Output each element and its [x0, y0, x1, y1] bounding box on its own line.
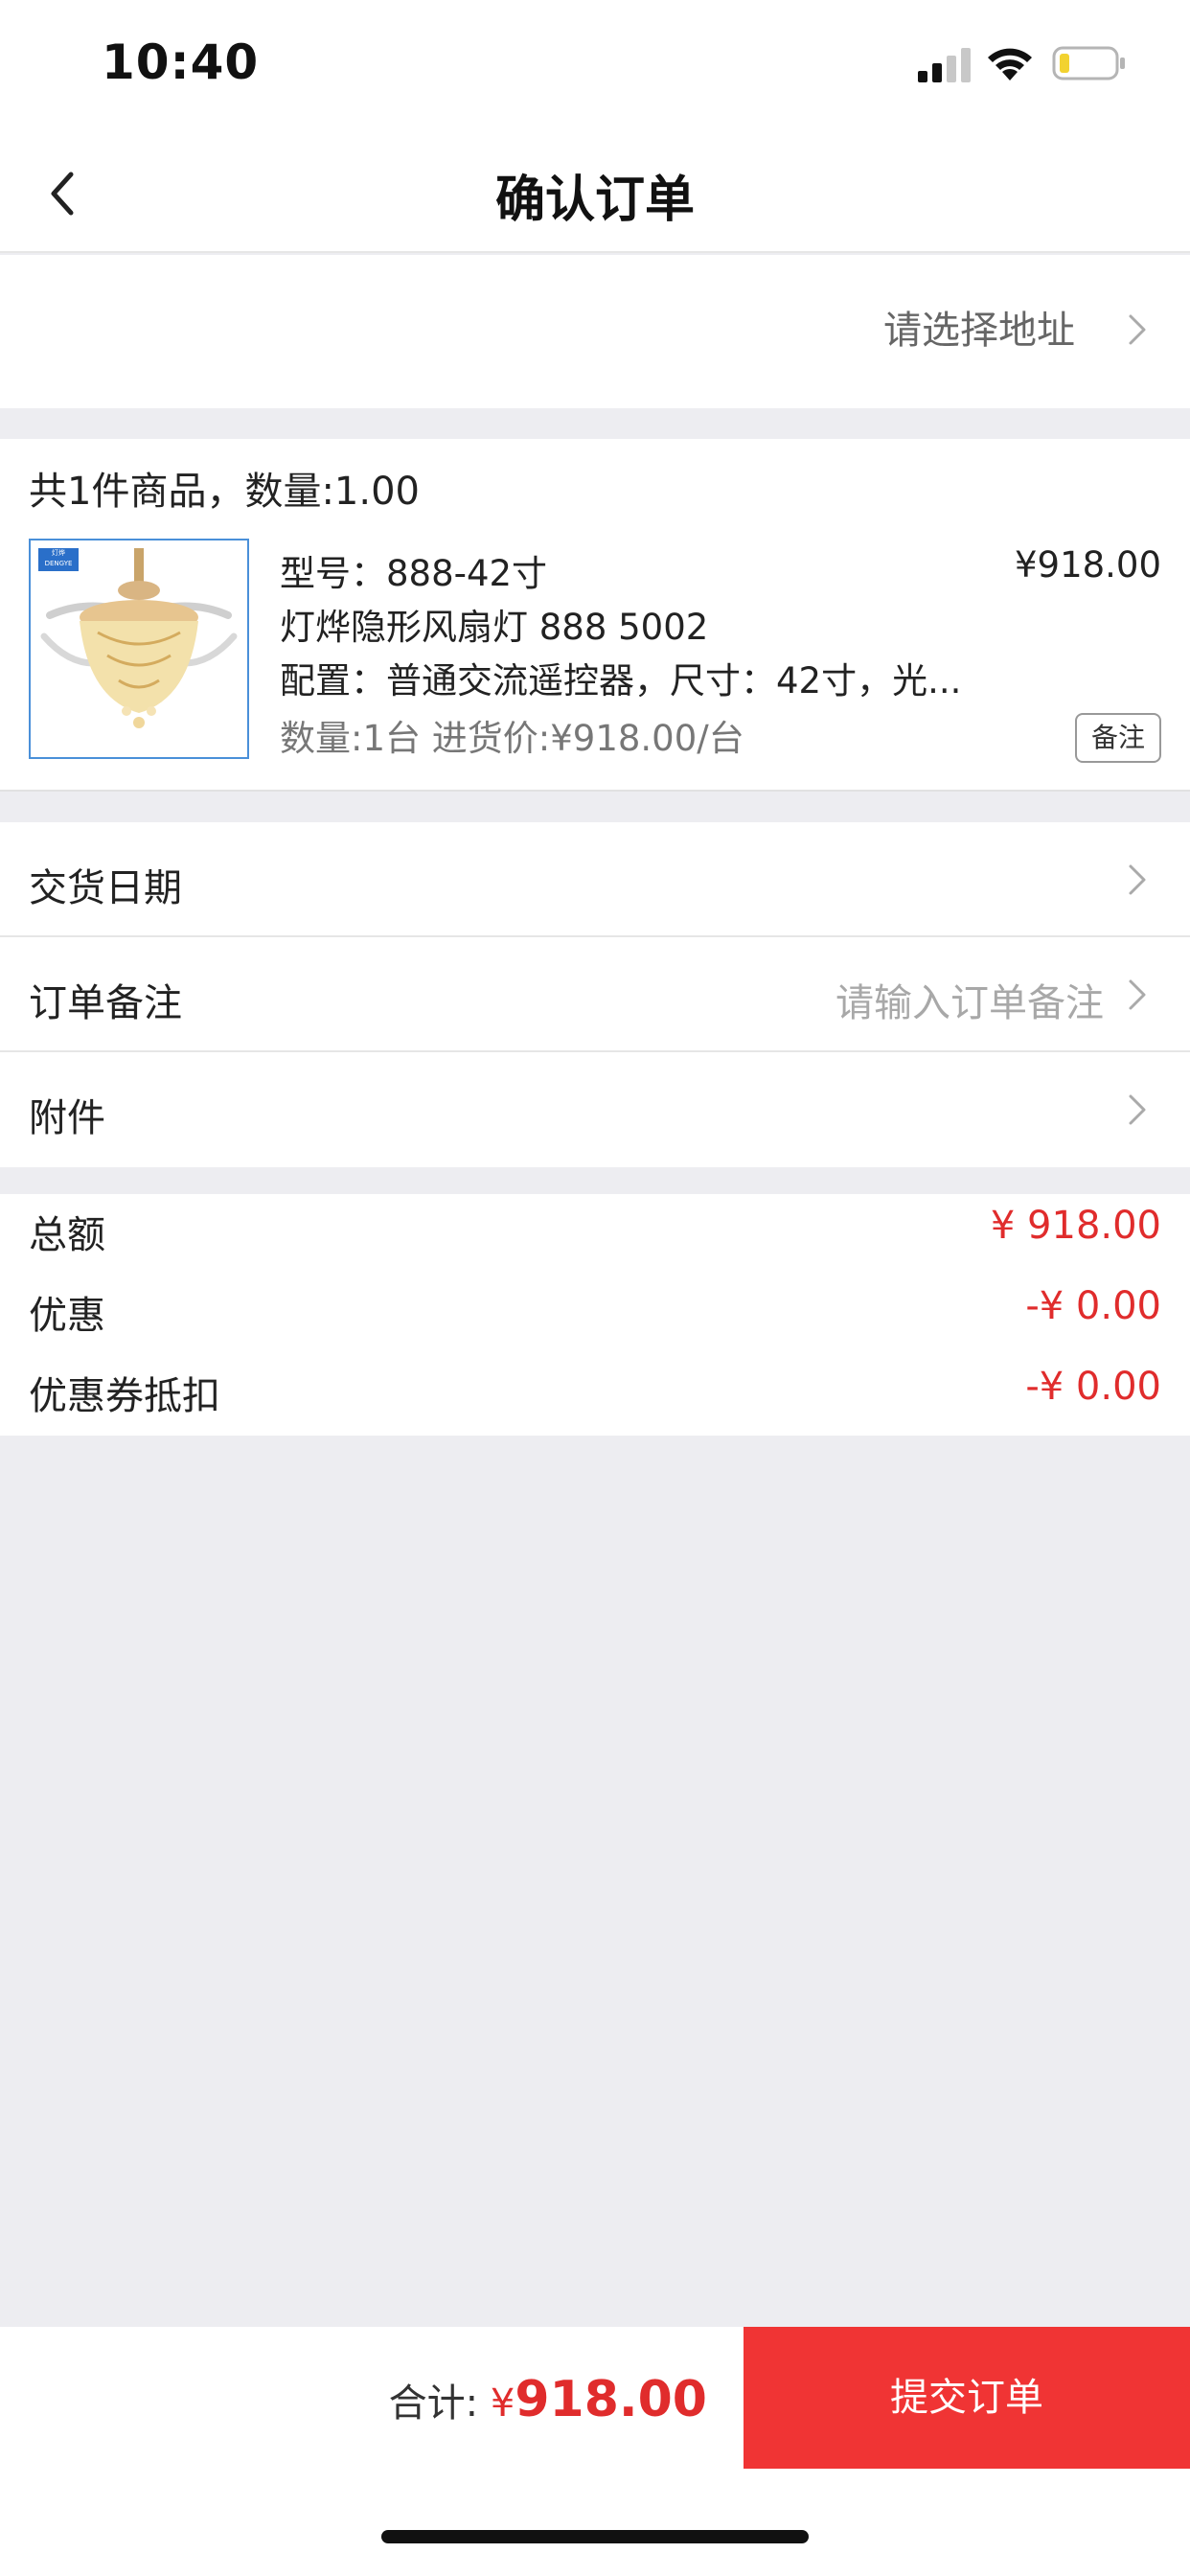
discount-value: -¥ 0.00: [1025, 1284, 1161, 1328]
fan-chandelier-picture: [40, 548, 238, 728]
delivery-date-label: 交货日期: [29, 866, 182, 910]
order-remark-input[interactable]: 请输入订单备注: [835, 972, 1104, 1027]
chevron-right-icon: [1129, 1094, 1146, 1125]
total-amount-label: 总额: [29, 1213, 105, 1257]
discount-row: 优惠 -¥ 0.00: [0, 1284, 1190, 1342]
coupon-row: 优惠券抵扣 -¥ 0.00: [0, 1365, 1190, 1422]
delivery-date-row[interactable]: 交货日期: [0, 822, 1190, 937]
product-name: 灯烨隐形风扇灯 888 5002: [280, 607, 709, 648]
grand-total-value: 918.00: [515, 2371, 707, 2428]
status-bar: 10:40: [0, 0, 1190, 134]
order-remark-row[interactable]: 订单备注 请输入订单备注: [0, 937, 1190, 1052]
grand-total-label: 合计:: [388, 2381, 491, 2426]
product-quantity-cost: 数量:1台 进货价:¥918.00/台: [280, 718, 744, 759]
status-time: 10:40: [102, 34, 260, 90]
total-amount-value: ¥ 918.00: [990, 1204, 1161, 1248]
chevron-right-icon: [1129, 864, 1146, 895]
coupon-value: -¥ 0.00: [1025, 1365, 1161, 1409]
attachment-label: 附件: [29, 1096, 105, 1140]
grand-total: 合计: ¥918.00: [389, 2371, 707, 2428]
discount-label: 优惠: [29, 1294, 105, 1338]
brand-logo: 灯烨 DENGYE: [38, 548, 79, 571]
product-image[interactable]: 灯烨 DENGYE: [29, 539, 249, 759]
chevron-right-icon: [1129, 979, 1146, 1010]
attachment-row[interactable]: 附件: [0, 1052, 1190, 1167]
cellular-signal-icon: [918, 48, 971, 82]
nav-bar: 确认订单: [0, 134, 1190, 253]
page-title: 确认订单: [494, 172, 695, 229]
wifi-icon: [988, 48, 1032, 80]
product-config: 配置：普通交流遥控器，尺寸：42寸，光...: [280, 660, 962, 702]
home-indicator: [381, 2530, 809, 2543]
order-items-section: 共1件商品，数量:1.00 灯烨 DENGYE 型号：888-42寸 ¥918.0…: [0, 439, 1190, 792]
product-price: ¥918.00: [1014, 544, 1161, 586]
product-model: 型号：888-42寸: [280, 553, 548, 594]
coupon-label: 优惠券抵扣: [29, 1374, 220, 1418]
grand-total-currency: ¥: [490, 2381, 515, 2426]
address-selector[interactable]: 请选择地址: [0, 255, 1190, 408]
totals-section: 总额 ¥ 918.00 优惠 -¥ 0.00 优惠券抵扣 -¥ 0.00: [0, 1194, 1190, 1436]
address-placeholder: 请选择地址: [883, 309, 1075, 353]
order-options-list: 交货日期 订单备注 请输入订单备注 附件: [0, 822, 1190, 1167]
order-summary: 共1件商品，数量:1.00: [29, 470, 420, 514]
order-remark-label: 订单备注: [29, 981, 182, 1025]
chevron-right-icon: [1129, 314, 1146, 345]
remark-button[interactable]: 备注: [1075, 713, 1161, 763]
total-amount-row: 总额 ¥ 918.00: [0, 1204, 1190, 1261]
submit-order-button[interactable]: 提交订单: [744, 2327, 1190, 2469]
battery-icon: [1052, 46, 1125, 80]
